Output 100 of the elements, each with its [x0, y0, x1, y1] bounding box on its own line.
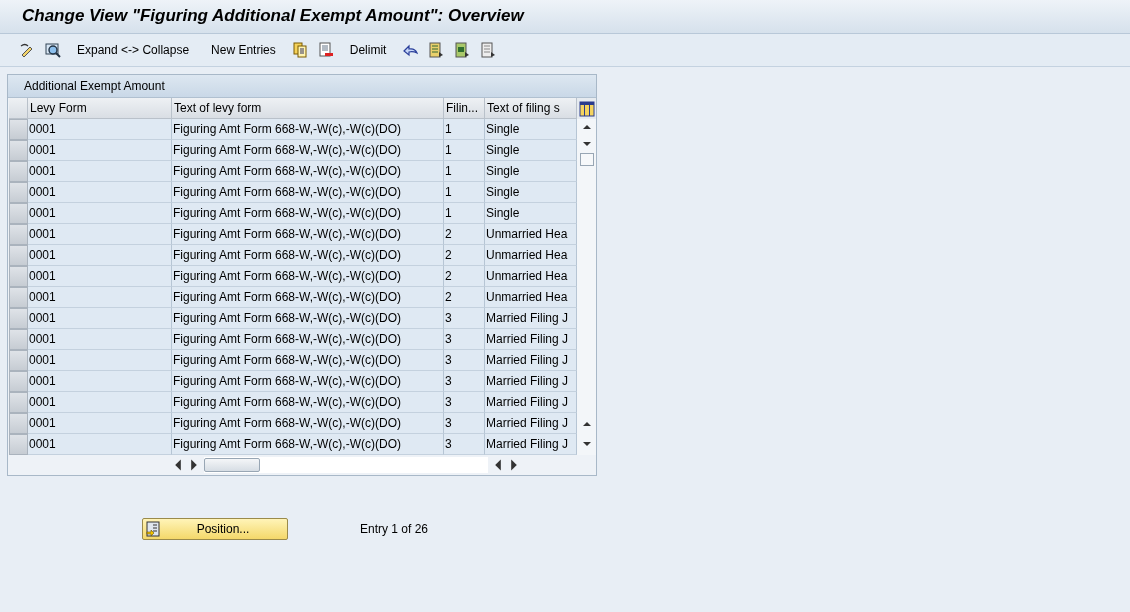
table-cell: 1: [444, 119, 485, 140]
table-cell: Married Filing J: [485, 350, 577, 371]
panel-title: Additional Exempt Amount: [24, 79, 165, 93]
scroll-down-icon[interactable]: [581, 440, 592, 448]
table-cell: Figuring Amt Form 668-W,-W(c),-W(c)(DO): [172, 308, 444, 329]
table-cell: Unmarried Hea: [485, 266, 577, 287]
position-icon: [145, 521, 161, 537]
row-selector[interactable]: [9, 329, 28, 350]
table-cell: 0001: [28, 413, 172, 434]
table-cell: 3: [444, 392, 485, 413]
table-cell: Figuring Amt Form 668-W,-W(c),-W(c)(DO): [172, 245, 444, 266]
table-cell: 0001: [28, 245, 172, 266]
table-cell: 0001: [28, 329, 172, 350]
row-selector[interactable]: [9, 371, 28, 392]
row-selector[interactable]: [9, 308, 28, 329]
row-selector[interactable]: [9, 266, 28, 287]
delete-row-icon: [317, 42, 334, 58]
column-header[interactable]: Text of filing s: [485, 98, 577, 119]
row-selector[interactable]: [9, 203, 28, 224]
row-selector[interactable]: [9, 350, 28, 371]
table-cell: Unmarried Hea: [485, 287, 577, 308]
row-selector[interactable]: [9, 140, 28, 161]
table-cell: 1: [444, 140, 485, 161]
table-cell: 2: [444, 287, 485, 308]
row-selector[interactable]: [9, 224, 28, 245]
table-cell: Married Filing J: [485, 434, 577, 455]
table-cell: 2: [444, 266, 485, 287]
table-cell: 3: [444, 434, 485, 455]
table-cell: 0001: [28, 371, 172, 392]
table-cell: Unmarried Hea: [485, 224, 577, 245]
table-cell: 3: [444, 413, 485, 434]
table-cell: 3: [444, 329, 485, 350]
table-cell: Single: [485, 161, 577, 182]
position-button[interactable]: Position...: [142, 518, 288, 540]
table-cell: 0001: [28, 287, 172, 308]
table-cell: 0001: [28, 392, 172, 413]
column-header[interactable]: Levy Form: [28, 98, 172, 119]
table-cell: Figuring Amt Form 668-W,-W(c),-W(c)(DO): [172, 119, 444, 140]
search-icon: [45, 42, 61, 58]
scrollbar-thumb[interactable]: [579, 153, 594, 166]
undo-icon: [402, 42, 419, 58]
pencil-icon: [19, 42, 35, 58]
deselect-icon: [480, 42, 497, 58]
table-cell: Figuring Amt Form 668-W,-W(c),-W(c)(DO): [172, 350, 444, 371]
table-cell: Single: [485, 119, 577, 140]
row-selector[interactable]: [9, 161, 28, 182]
table-cell: Figuring Amt Form 668-W,-W(c),-W(c)(DO): [172, 287, 444, 308]
row-selector[interactable]: [9, 182, 28, 203]
table-cell: 0001: [28, 182, 172, 203]
scroll-down-icon[interactable]: [581, 140, 592, 148]
window-title: Change View "Figuring Additional Exempt Amount": Overview: [22, 6, 524, 26]
row-selector[interactable]: [9, 392, 28, 413]
table-cell: 0001: [28, 119, 172, 140]
row-selector[interactable]: [9, 287, 28, 308]
table-cell: 1: [444, 203, 485, 224]
table-cell: Figuring Amt Form 668-W,-W(c),-W(c)(DO): [172, 392, 444, 413]
table-cell: Single: [485, 140, 577, 161]
table-cell: Married Filing J: [485, 371, 577, 392]
table-cell: Single: [485, 182, 577, 203]
table-cell: Figuring Amt Form 668-W,-W(c),-W(c)(DO): [172, 329, 444, 350]
table-cell: Figuring Amt Form 668-W,-W(c),-W(c)(DO): [172, 413, 444, 434]
table-cell: Married Filing J: [485, 392, 577, 413]
table-cell: 1: [444, 161, 485, 182]
table-cell: Married Filing J: [485, 329, 577, 350]
table-cell: 0001: [28, 266, 172, 287]
scroll-up-icon[interactable]: [581, 420, 592, 428]
table-cell: 0001: [28, 308, 172, 329]
table-cell: Unmarried Hea: [485, 245, 577, 266]
scrollbar-thumb[interactable]: [204, 458, 260, 472]
row-selector[interactable]: [9, 245, 28, 266]
column-header[interactable]: Text of levy form: [172, 98, 444, 119]
column-header[interactable]: Filin...: [444, 98, 485, 119]
table-cell: Figuring Amt Form 668-W,-W(c),-W(c)(DO): [172, 434, 444, 455]
column-settings-icon[interactable]: [578, 100, 595, 117]
table-cell: Figuring Amt Form 668-W,-W(c),-W(c)(DO): [172, 224, 444, 245]
table-cell: Figuring Amt Form 668-W,-W(c),-W(c)(DO): [172, 182, 444, 203]
table-cell: 0001: [28, 224, 172, 245]
table-cell: 2: [444, 245, 485, 266]
toolbar-button[interactable]: Expand <-> Collapse: [74, 41, 193, 59]
row-selector[interactable]: [9, 434, 28, 455]
row-selector[interactable]: [9, 119, 28, 140]
table-cell: Figuring Amt Form 668-W,-W(c),-W(c)(DO): [172, 203, 444, 224]
table-cell: Married Filing J: [485, 413, 577, 434]
scroll-up-icon[interactable]: [581, 123, 592, 131]
table-cell: 3: [444, 308, 485, 329]
table-cell: 1: [444, 182, 485, 203]
table-cell: 2: [444, 224, 485, 245]
table-cell: Single: [485, 203, 577, 224]
table-cell: Figuring Amt Form 668-W,-W(c),-W(c)(DO): [172, 140, 444, 161]
table-cell: Figuring Amt Form 668-W,-W(c),-W(c)(DO): [172, 266, 444, 287]
table-cell: 0001: [28, 350, 172, 371]
table-cell: 0001: [28, 203, 172, 224]
select-all-icon: [428, 42, 445, 58]
toolbar-button[interactable]: Delimit: [346, 41, 390, 59]
table-cell: Figuring Amt Form 668-W,-W(c),-W(c)(DO): [172, 371, 444, 392]
row-selector[interactable]: [9, 413, 28, 434]
table-cell: 0001: [28, 434, 172, 455]
copy-icon: [291, 42, 308, 58]
table-cell: 3: [444, 350, 485, 371]
toolbar-button[interactable]: New Entries: [208, 41, 279, 59]
